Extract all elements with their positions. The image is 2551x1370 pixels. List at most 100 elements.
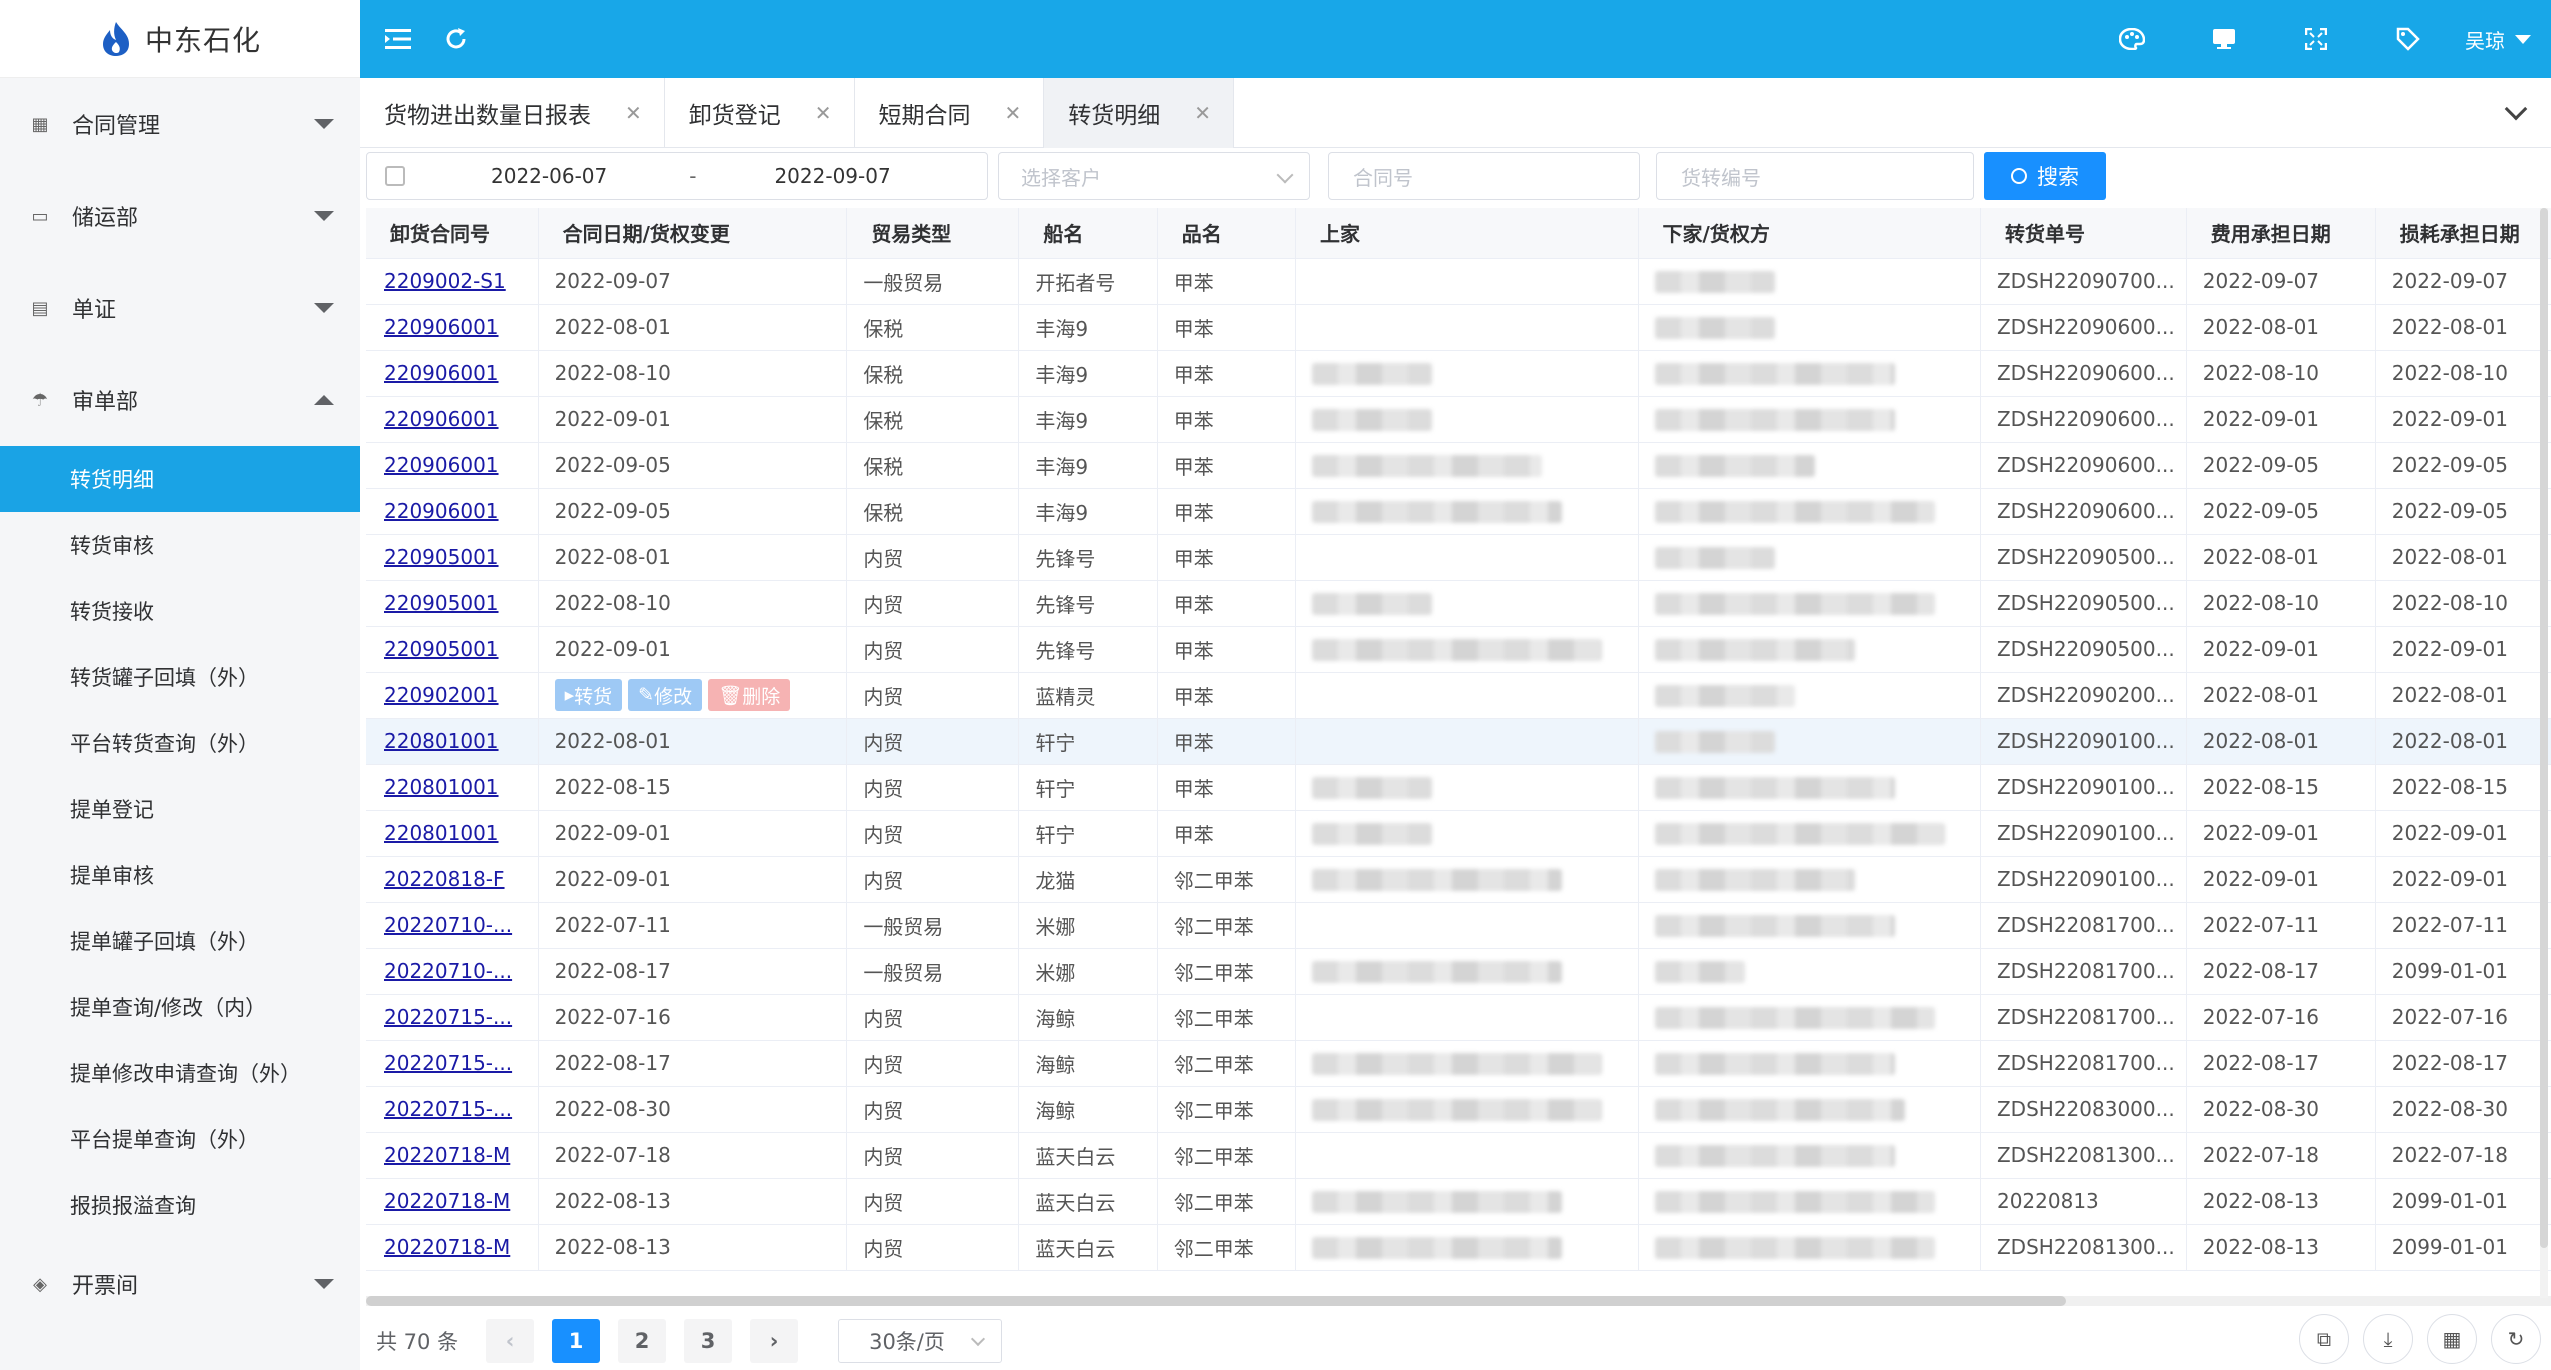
contract-link[interactable]: 220801001 bbox=[384, 729, 499, 753]
menu-group-2[interactable]: ▤ 单证 bbox=[0, 262, 360, 354]
table-row[interactable]: 220905001 2022-09-01 内贸 先锋号 甲苯 ZDSH22090500..… bbox=[366, 626, 2551, 673]
table-row[interactable]: 20220715-... 2022-08-30 内贸 海鲸 邻二甲苯 ZDSH220830… bbox=[366, 1086, 2551, 1133]
user-menu[interactable]: 吴琼 bbox=[2465, 0, 2531, 78]
table-row[interactable]: 220906001 2022-08-01 保税 丰海9 甲苯 ZDSH22090600..… bbox=[366, 304, 2551, 351]
date-range-picker[interactable]: 2022-06-07 - 2022-09-07 bbox=[366, 152, 988, 200]
page-2-button[interactable]: 2 bbox=[618, 1319, 667, 1363]
refresh-table-button[interactable]: ↻ bbox=[2491, 1314, 2541, 1364]
submenu-item[interactable]: 提单登记 bbox=[0, 776, 360, 842]
contract-link[interactable]: 220905001 bbox=[384, 545, 499, 569]
prev-page-button[interactable]: ‹ bbox=[486, 1319, 535, 1363]
table-row[interactable]: 20220718-M 2022-08-13 内贸 蓝天白云 邻二甲苯 20220813 20… bbox=[366, 1178, 2551, 1225]
table-row[interactable]: 20220710-... 2022-07-11 一般贸易 米娜 邻二甲苯 ZDSH2208… bbox=[366, 902, 2551, 949]
contract-link[interactable]: 220801001 bbox=[384, 821, 499, 845]
table-row[interactable]: 20220710-... 2022-08-17 一般贸易 米娜 邻二甲苯 ZDSH2208… bbox=[366, 948, 2551, 995]
menu-group-4[interactable]: ◈ 开票间 bbox=[0, 1238, 360, 1330]
menu-group-3[interactable]: ☂ 审单部 bbox=[0, 354, 360, 446]
next-page-button[interactable]: › bbox=[750, 1319, 799, 1363]
submenu-item[interactable]: 转货罐子回填（外） bbox=[0, 644, 360, 710]
contract-link[interactable]: 220906001 bbox=[384, 407, 499, 431]
table-row[interactable]: 220801001 2022-08-01 内贸 轩宁 甲苯 ZDSH22090100...… bbox=[366, 718, 2551, 765]
screen-button[interactable] bbox=[2194, 0, 2254, 78]
refresh-button[interactable] bbox=[426, 0, 486, 78]
close-icon[interactable]: ✕ bbox=[815, 101, 832, 125]
submenu-item[interactable]: 提单修改申请查询（外） bbox=[0, 1040, 360, 1106]
table-row[interactable]: 220906001 2022-09-01 保税 丰海9 甲苯 ZDSH22090600..… bbox=[366, 396, 2551, 443]
contract-link[interactable]: 20220715-... bbox=[384, 1005, 512, 1029]
page-size-select[interactable]: 30条/页 bbox=[838, 1319, 1003, 1363]
download-button[interactable]: ⤓ bbox=[2363, 1314, 2413, 1364]
columns-button[interactable]: ▦ bbox=[2427, 1314, 2477, 1364]
table-row[interactable]: 220902001 ▸ 转货 ✎ 修改 🗑 删除 内贸 蓝精灵 甲苯 ZDSH22090200… bbox=[366, 672, 2551, 719]
contract-link[interactable]: 220906001 bbox=[384, 499, 499, 523]
cell-product: 邻二甲苯 bbox=[1157, 856, 1297, 903]
fullscreen-button[interactable] bbox=[2286, 0, 2346, 78]
table-row[interactable]: 220905001 2022-08-01 内贸 先锋号 甲苯 ZDSH22090500..… bbox=[366, 534, 2551, 581]
customer-select[interactable]: 选择客户 bbox=[998, 152, 1310, 200]
table-row[interactable]: 20220715-... 2022-07-16 内贸 海鲸 邻二甲苯 ZDSH220817… bbox=[366, 994, 2551, 1041]
cargo-transfer-input[interactable]: 货转编号 bbox=[1656, 152, 1974, 200]
contract-link[interactable]: 20220710-... bbox=[384, 913, 512, 937]
table-row[interactable]: 20220718-M 2022-08-13 内贸 蓝天白云 邻二甲苯 ZDSH220813… bbox=[366, 1224, 2551, 1271]
submenu-item[interactable]: 平台提单查询（外） bbox=[0, 1106, 360, 1172]
edit-button[interactable]: ✎ 修改 bbox=[628, 679, 703, 711]
theme-button[interactable] bbox=[2102, 0, 2162, 78]
table-row[interactable]: 20220818-F 2022-09-01 内贸 龙猫 邻二甲苯 ZDSH22090100… bbox=[366, 856, 2551, 903]
submenu-item[interactable]: 提单罐子回填（外） bbox=[0, 908, 360, 974]
contract-link[interactable]: 2209002-S1 bbox=[384, 269, 506, 293]
submenu-item[interactable]: 转货审核 bbox=[0, 512, 360, 578]
close-icon[interactable]: ✕ bbox=[1194, 101, 1211, 125]
table-row[interactable]: 220906001 2022-08-10 保税 丰海9 甲苯 ZDSH22090600..… bbox=[366, 350, 2551, 397]
contract-link[interactable]: 220801001 bbox=[384, 775, 499, 799]
logo[interactable]: 中东石化 bbox=[0, 0, 360, 78]
contract-link[interactable]: 220905001 bbox=[384, 637, 499, 661]
table-row[interactable]: 20220715-... 2022-08-17 内贸 海鲸 邻二甲苯 ZDSH220817… bbox=[366, 1040, 2551, 1087]
contract-link[interactable]: 220905001 bbox=[384, 591, 499, 615]
close-icon[interactable]: ✕ bbox=[1005, 101, 1022, 125]
close-icon[interactable]: ✕ bbox=[625, 101, 642, 125]
tags-button[interactable] bbox=[2378, 0, 2438, 78]
submenu-item[interactable]: 报损报溢查询 bbox=[0, 1172, 360, 1238]
menu-group-0[interactable]: ▦ 合同管理 bbox=[0, 78, 360, 170]
table-row[interactable]: 220801001 2022-08-15 内贸 轩宁 甲苯 ZDSH22090100...… bbox=[366, 764, 2551, 811]
contract-link[interactable]: 220906001 bbox=[384, 361, 499, 385]
contract-link[interactable]: 20220718-M bbox=[384, 1189, 510, 1213]
contract-link[interactable]: 20220718-M bbox=[384, 1143, 510, 1167]
submenu-item[interactable]: 转货接收 bbox=[0, 578, 360, 644]
cell-transfer-no: ZDSH22090200... bbox=[1980, 672, 2187, 719]
tab-1[interactable]: 卸货登记 ✕ bbox=[665, 78, 855, 148]
page-1-button[interactable]: 1 bbox=[552, 1319, 601, 1363]
delete-button[interactable]: 🗑 删除 bbox=[708, 679, 791, 711]
contract-link[interactable]: 220906001 bbox=[384, 315, 499, 339]
page-3-button[interactable]: 3 bbox=[684, 1319, 733, 1363]
contract-link[interactable]: 220902001 bbox=[384, 683, 499, 707]
vertical-scrollbar[interactable] bbox=[2540, 208, 2548, 1298]
table-row[interactable]: 220906001 2022-09-05 保税 丰海9 甲苯 ZDSH22090600..… bbox=[366, 488, 2551, 535]
table-row[interactable]: 220801001 2022-09-01 内贸 轩宁 甲苯 ZDSH22090100...… bbox=[366, 810, 2551, 857]
table-row[interactable]: 2209002-S1 2022-09-07 一般贸易 开拓者号 甲苯 ZDSH220907… bbox=[366, 258, 2551, 305]
menu-group-1[interactable]: ▭ 储运部 bbox=[0, 170, 360, 262]
horizontal-scrollbar[interactable] bbox=[366, 1296, 2551, 1306]
contract-link[interactable]: 20220715-... bbox=[384, 1097, 512, 1121]
table-row[interactable]: 220906001 2022-09-05 保税 丰海9 甲苯 ZDSH22090600..… bbox=[366, 442, 2551, 489]
tab-0[interactable]: 货物进出数量日报表 ✕ bbox=[360, 78, 665, 148]
submenu-item[interactable]: 平台转货查询（外） bbox=[0, 710, 360, 776]
contract-link[interactable]: 20220718-M bbox=[384, 1235, 510, 1259]
tabs-more-button[interactable] bbox=[2491, 78, 2541, 148]
contract-link[interactable]: 20220710-... bbox=[384, 959, 512, 983]
submenu-item[interactable]: 提单查询/修改（内） bbox=[0, 974, 360, 1040]
search-button[interactable]: 搜索 bbox=[1984, 152, 2106, 200]
contract-link[interactable]: 220906001 bbox=[384, 453, 499, 477]
tab-2[interactable]: 短期合同 ✕ bbox=[855, 78, 1045, 148]
collapse-menu-button[interactable] bbox=[368, 0, 428, 78]
copy-button[interactable]: ⧉ bbox=[2299, 1314, 2349, 1364]
table-row[interactable]: 20220718-M 2022-07-18 内贸 蓝天白云 邻二甲苯 ZDSH220813… bbox=[366, 1132, 2551, 1179]
contract-link[interactable]: 20220715-... bbox=[384, 1051, 512, 1075]
contract-input[interactable]: 合同号 bbox=[1328, 152, 1640, 200]
table-row[interactable]: 220905001 2022-08-10 内贸 先锋号 甲苯 ZDSH22090500..… bbox=[366, 580, 2551, 627]
submenu-item[interactable]: 提单审核 bbox=[0, 842, 360, 908]
transfer-button[interactable]: ▸ 转货 bbox=[554, 679, 623, 711]
tab-3[interactable]: 转货明细 ✕ bbox=[1044, 78, 1235, 148]
submenu-item[interactable]: 转货明细 bbox=[0, 446, 360, 512]
contract-link[interactable]: 20220818-F bbox=[384, 867, 505, 891]
